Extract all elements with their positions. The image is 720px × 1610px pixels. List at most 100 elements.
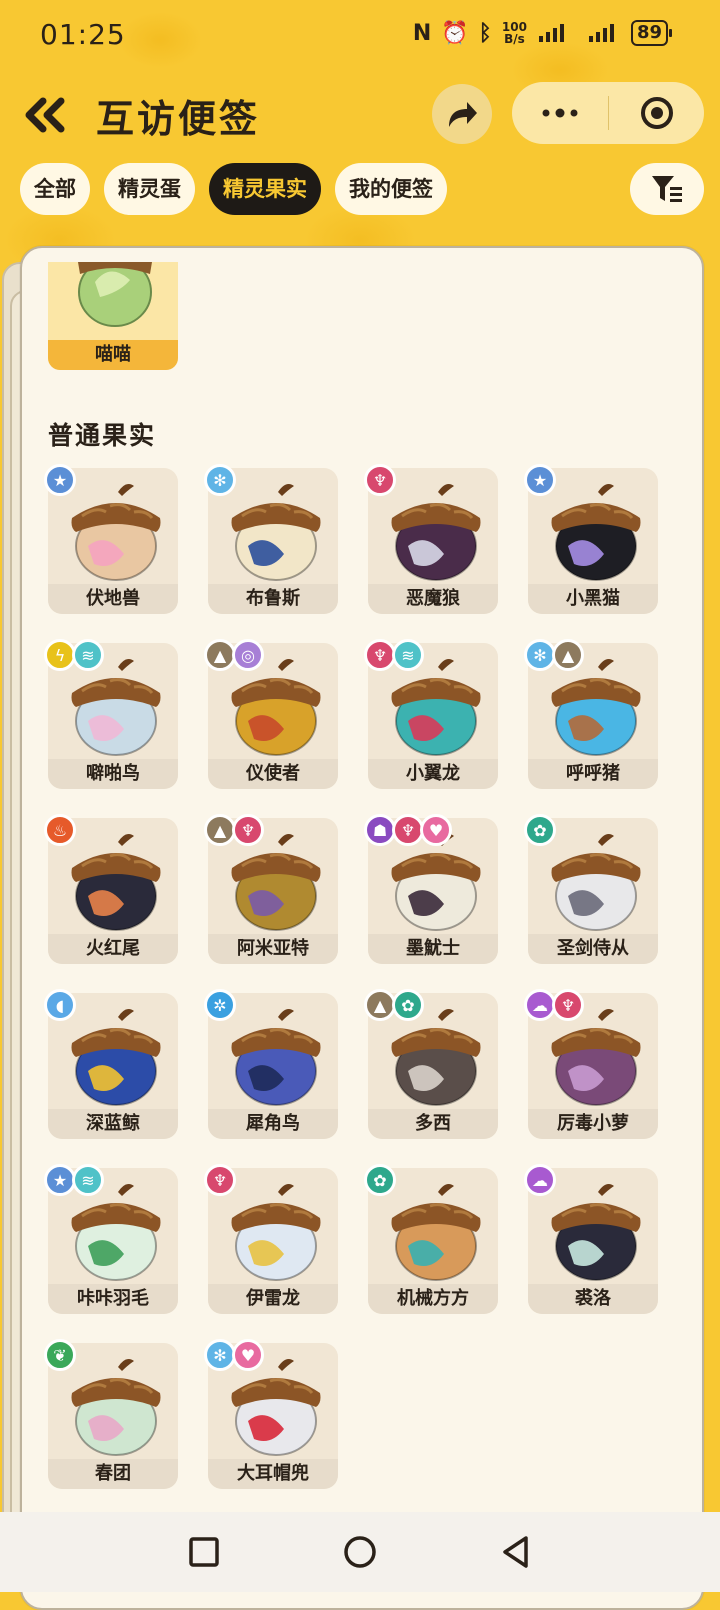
- attribute-badges: ✿: [524, 814, 556, 846]
- tab-my-notes[interactable]: 我的便签: [335, 163, 447, 215]
- fire-icon: ♨: [44, 814, 76, 846]
- attribute-badges: ✲: [204, 989, 236, 1021]
- fruit-item[interactable]: ◖ 深蓝鲸: [44, 989, 178, 1139]
- fruit-label: 小黑猫: [528, 584, 658, 614]
- fruit-label: 仪使者: [208, 759, 338, 789]
- fruit-item[interactable]: ✿ 圣剑侍从: [524, 814, 658, 964]
- attribute-badges: ✻: [204, 464, 236, 496]
- fruit-label: 阿米亚特: [208, 934, 338, 964]
- close-button[interactable]: [609, 82, 704, 144]
- fruit-label: 火红尾: [48, 934, 178, 964]
- attribute-badges: ϟ ≋: [44, 639, 104, 671]
- attribute-badges: ♆: [204, 1164, 236, 1196]
- circle-home-icon: [344, 1536, 376, 1568]
- fruit-item[interactable]: ✲ 犀角鸟: [204, 989, 338, 1139]
- acorn-fruit-icon: [231, 484, 321, 581]
- nav-back-button[interactable]: [493, 1529, 539, 1575]
- network-speed: 100 B/s: [502, 21, 527, 45]
- attribute-badges: ◖: [44, 989, 76, 1021]
- attribute-badges: ♨: [44, 814, 76, 846]
- acorn-fruit-icon: [551, 484, 641, 581]
- tab-spirit-fruit[interactable]: 精灵果实: [209, 163, 321, 215]
- share-button[interactable]: [432, 84, 492, 144]
- fruit-item[interactable]: ▲ ♆ 阿米亚特: [204, 814, 338, 964]
- heart-icon: ♥: [420, 814, 452, 846]
- fruit-item[interactable]: ★ 伏地兽: [44, 464, 178, 614]
- attribute-badges: ☁: [524, 1164, 556, 1196]
- signal-icon-2: [588, 24, 614, 42]
- star-icon: ★: [524, 464, 556, 496]
- acorn-fruit-icon: [551, 1184, 641, 1281]
- attribute-badges: ▲ ✿: [364, 989, 424, 1021]
- alarm-icon: ⏰: [441, 20, 469, 46]
- fruit-item[interactable]: ✻ ♥ 大耳帽兜: [204, 1339, 338, 1489]
- featured-fruit-label: 喵喵: [48, 340, 178, 370]
- fruit-label: 深蓝鲸: [48, 1109, 178, 1139]
- fruit-item[interactable]: ♆ 伊雷龙: [204, 1164, 338, 1314]
- tab-all[interactable]: 全部: [20, 163, 90, 215]
- fruit-label: 墨魷士: [368, 934, 498, 964]
- acorn-fruit-icon: [71, 1359, 161, 1456]
- fruit-item[interactable]: ✻ ▲ 呼呼猪: [524, 639, 658, 789]
- fruit-item[interactable]: ❦ 春团: [44, 1339, 178, 1489]
- acorn-fruit-icon: [391, 1184, 481, 1281]
- fruit-item[interactable]: ☁ 裘洛: [524, 1164, 658, 1314]
- fruit-item[interactable]: ✿ 机械方方: [364, 1164, 498, 1314]
- acorn-fruit-icon: [78, 262, 152, 327]
- acorn-fruit-icon: [551, 834, 641, 931]
- tab-spirit-egg[interactable]: 精灵蛋: [104, 163, 195, 215]
- acorn-fruit-icon: [71, 484, 161, 581]
- attribute-badges: ✻ ▲: [524, 639, 584, 671]
- status-icons: N ⏰ ᛒ 100 B/s 89: [413, 20, 673, 46]
- fruit-label: 春团: [48, 1459, 178, 1489]
- acorn-fruit-icon: [231, 1184, 321, 1281]
- fruit-item[interactable]: ϟ ≋ 噼啪鸟: [44, 639, 178, 789]
- fruit-label: 恶魔狼: [368, 584, 498, 614]
- more-button[interactable]: [512, 82, 608, 144]
- spiral-icon: ◎: [232, 639, 264, 671]
- status-bar: 01:25 N ⏰ ᛒ 100 B/s 89: [0, 0, 720, 72]
- battery-indicator: 89: [630, 20, 673, 46]
- attribute-badges: ☗ ♆ ♥: [364, 814, 452, 846]
- leaf-icon: ❦: [44, 1339, 76, 1371]
- fruit-item[interactable]: ▲ ✿ 多西: [364, 989, 498, 1139]
- gear-icon: ✿: [364, 1164, 396, 1196]
- fruit-label: 噼啪鸟: [48, 759, 178, 789]
- fruit-label: 机械方方: [368, 1284, 498, 1314]
- triangle-back-icon: [503, 1536, 528, 1568]
- signal-icon: [538, 24, 564, 42]
- acorn-fruit-icon: [71, 834, 161, 931]
- fruit-item[interactable]: ☁ ♆ 厉毒小萝: [524, 989, 658, 1139]
- featured-fruit-item[interactable]: 喵喵: [48, 262, 178, 370]
- wing-icon: ≋: [72, 1164, 104, 1196]
- acorn-fruit-icon: [391, 484, 481, 581]
- fruit-label: 伏地兽: [48, 584, 178, 614]
- fruit-label: 大耳帽兜: [208, 1459, 338, 1489]
- share-arrow-icon: [449, 102, 477, 127]
- attribute-badges: ❦: [44, 1339, 76, 1371]
- fruit-item[interactable]: ★ ≋ 咔咔羽毛: [44, 1164, 178, 1314]
- attribute-badges: ▲ ◎: [204, 639, 264, 671]
- gear-icon: ✿: [392, 989, 424, 1021]
- status-time: 01:25: [40, 18, 126, 51]
- bluetooth-icon: ᛒ: [478, 20, 492, 46]
- back-button[interactable]: [20, 92, 70, 138]
- fruit-item[interactable]: ★ 小黑猫: [524, 464, 658, 614]
- recent-apps-button[interactable]: [181, 1529, 227, 1575]
- fruit-item[interactable]: ▲ ◎ 仪使者: [204, 639, 338, 789]
- page-title: 互访便签: [96, 97, 261, 141]
- home-button[interactable]: [337, 1529, 383, 1575]
- attribute-badges: ♆ ≋: [364, 639, 424, 671]
- fruit-label: 咔咔羽毛: [48, 1284, 178, 1314]
- filter-button[interactable]: [630, 163, 704, 215]
- fruit-item[interactable]: ☗ ♆ ♥ 墨魷士: [364, 814, 498, 964]
- demon-icon: ♆: [232, 814, 264, 846]
- wing-icon: ≋: [72, 639, 104, 671]
- water-drop-icon: ◖: [44, 989, 76, 1021]
- fruit-label: 犀角鸟: [208, 1109, 338, 1139]
- fruit-item[interactable]: ♆ ≋ 小翼龙: [364, 639, 498, 789]
- fruit-item[interactable]: ✻ 布鲁斯: [204, 464, 338, 614]
- fruit-item[interactable]: ♨ 火红尾: [44, 814, 178, 964]
- snowflake-gear-icon: ✲: [204, 989, 236, 1021]
- fruit-item[interactable]: ♆ 恶魔狼: [364, 464, 498, 614]
